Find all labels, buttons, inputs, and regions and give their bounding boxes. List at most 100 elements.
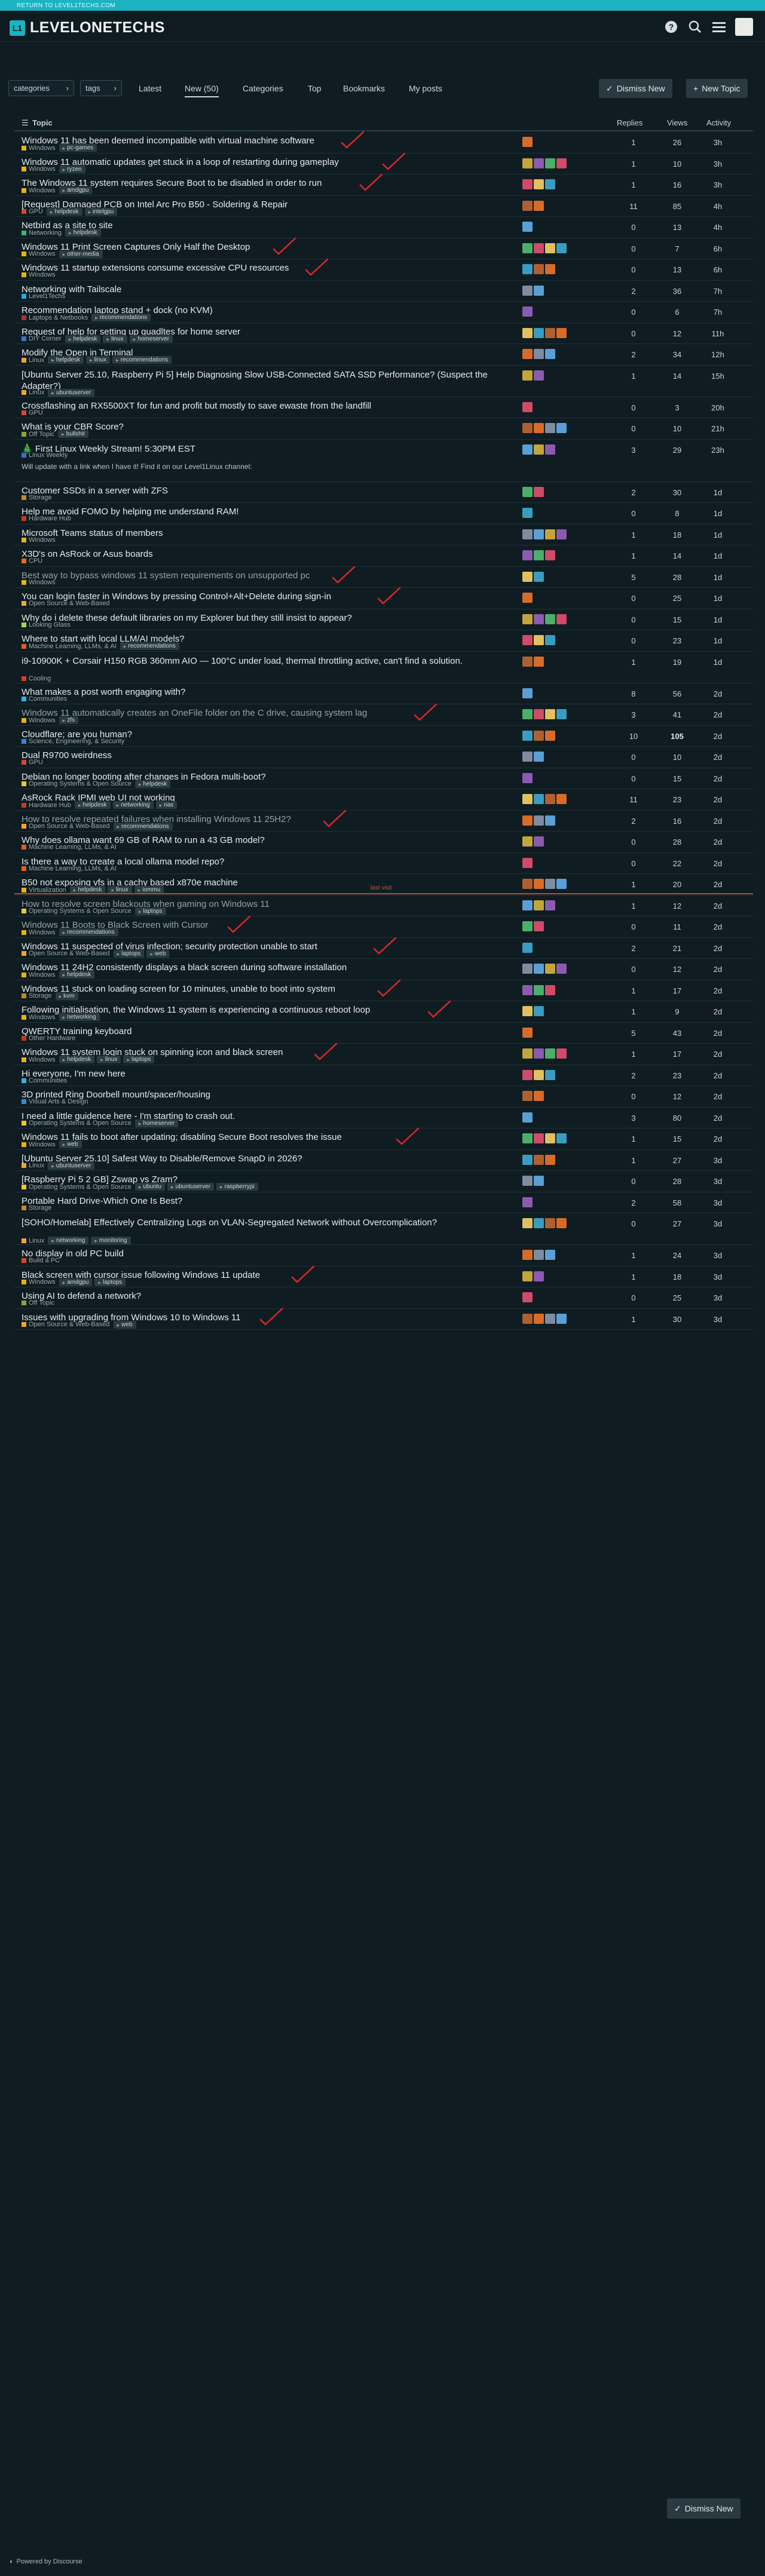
tag[interactable]: networking: [59, 1013, 100, 1021]
hamburger-icon[interactable]: [710, 18, 728, 36]
topic-row[interactable]: Issues with upgrading from Windows 10 to…: [14, 1308, 753, 1330]
category-badge[interactable]: Linux Weekly: [22, 452, 68, 459]
avatar[interactable]: [534, 921, 544, 931]
topic-title[interactable]: Using AI to defend a network?: [22, 1291, 524, 1301]
category-badge[interactable]: Open Source & Web-Based: [22, 950, 110, 957]
category-badge[interactable]: Machine Learning, LLMs, & AI: [22, 865, 117, 872]
activity-time[interactable]: 1d: [706, 488, 730, 497]
activity-time[interactable]: 1d: [706, 658, 730, 667]
category-badge[interactable]: Windows: [22, 145, 56, 152]
tag[interactable]: helpdesk: [65, 229, 101, 237]
avatar[interactable]: [534, 794, 544, 804]
tag[interactable]: ubuntuserver: [48, 1161, 95, 1170]
activity-time[interactable]: 2d: [706, 1007, 730, 1016]
tag[interactable]: recommendations: [91, 314, 151, 321]
topic-row[interactable]: [Ubuntu Server 25.10] Safest Way to Disa…: [14, 1150, 753, 1171]
tag[interactable]: helpdesk: [134, 780, 171, 788]
avatar[interactable]: [545, 1218, 555, 1228]
avatar[interactable]: [534, 1176, 544, 1186]
activity-time[interactable]: 1d: [706, 530, 730, 539]
category-badge[interactable]: Open Source & Web-Based: [22, 823, 110, 830]
activity-time[interactable]: 2d: [706, 922, 730, 931]
tag[interactable]: laptops: [94, 1278, 126, 1286]
activity-time[interactable]: 3h: [706, 160, 730, 168]
topic-row[interactable]: Customer SSDs in a server with ZFS Storag…: [14, 482, 753, 503]
tag[interactable]: laptops: [113, 949, 145, 958]
avatar[interactable]: [522, 709, 533, 719]
tag[interactable]: other-media: [59, 250, 103, 258]
avatar[interactable]: [534, 349, 544, 359]
activity-time[interactable]: 2d: [706, 774, 730, 783]
avatar[interactable]: [522, 1292, 533, 1302]
avatar[interactable]: [534, 1048, 544, 1059]
tag[interactable]: intelgpu: [84, 207, 118, 216]
avatar[interactable]: [522, 836, 533, 847]
avatar[interactable]: [534, 985, 544, 995]
avatar[interactable]: [534, 285, 544, 296]
tag[interactable]: raspberrypi: [216, 1183, 258, 1191]
topic-row[interactable]: X3D's on AsRock or Asus boards CPU 1 14 1d: [14, 545, 753, 567]
topic-title[interactable]: Best way to bypass windows 11 system req…: [22, 571, 524, 581]
avatar[interactable]: [522, 752, 533, 762]
tag[interactable]: ubuntuserver: [48, 388, 95, 397]
category-badge[interactable]: Storage: [22, 494, 52, 501]
topic-row[interactable]: [Raspberry Pi 5 2 GB] Zswap vs Zram? Oper…: [14, 1171, 753, 1192]
tag[interactable]: bullshit: [58, 430, 88, 438]
activity-time[interactable]: 3d: [706, 1198, 730, 1207]
avatar[interactable]: [522, 444, 533, 455]
avatar[interactable]: [522, 1197, 533, 1207]
topic-row[interactable]: i9-10900K + Corsair H150 RGB 360mm AIO —…: [14, 652, 753, 683]
avatar[interactable]: [522, 985, 533, 995]
avatar[interactable]: [534, 614, 544, 624]
activity-time[interactable]: 4h: [706, 202, 730, 211]
avatar[interactable]: [534, 1091, 544, 1101]
activity-time[interactable]: 20h: [706, 403, 730, 412]
avatar[interactable]: [534, 327, 544, 338]
topic-row[interactable]: Microsoft Teams status of members Windows…: [14, 525, 753, 545]
topic-row[interactable]: last visit How to resolve screen blackout…: [14, 884, 753, 916]
topic-row[interactable]: Black screen with cursor issue following…: [14, 1265, 753, 1287]
avatar[interactable]: [522, 327, 533, 338]
views-column-header[interactable]: Views: [667, 118, 687, 127]
topic-title[interactable]: X3D's on AsRock or Asus boards: [22, 549, 524, 559]
topic-title[interactable]: Windows 11 startup extensions consume ex…: [22, 263, 524, 273]
avatar[interactable]: [556, 1133, 567, 1143]
topic-title[interactable]: 3D printed Ring Doorbell mount/spacer/ho…: [22, 1090, 524, 1100]
powered-by[interactable]: Powered by Discourse: [17, 2558, 82, 2565]
topic-title[interactable]: The Windows 11 system requires Secure Bo…: [22, 178, 524, 188]
avatar[interactable]: [522, 306, 533, 317]
avatar[interactable]: [534, 836, 544, 847]
activity-time[interactable]: 2d: [706, 1071, 730, 1080]
topic-row[interactable]: [Ubuntu Server 25.10, Raspberry Pi 5] He…: [14, 366, 753, 397]
topic-row[interactable]: Hi everyone, I'm new here Communities 2 23 2…: [14, 1065, 753, 1086]
avatar[interactable]: [534, 264, 544, 274]
tag[interactable]: ubuntuserver: [167, 1183, 215, 1191]
category-badge[interactable]: Operating Systems & Open Source: [22, 1120, 131, 1127]
avatar[interactable]: [545, 900, 555, 910]
avatar[interactable]: [522, 1133, 533, 1143]
nav-my-posts[interactable]: My posts: [409, 84, 442, 93]
avatar[interactable]: [522, 370, 533, 381]
topic-row[interactable]: You can login faster in Windows by press…: [14, 587, 753, 609]
avatar[interactable]: [522, 900, 533, 910]
avatar[interactable]: [556, 709, 567, 719]
topic-row[interactable]: Networking with Tailscale Level1Techs 2 36 7…: [14, 281, 753, 302]
avatar[interactable]: [534, 243, 544, 253]
avatar[interactable]: [522, 222, 533, 232]
avatar[interactable]: [522, 1069, 533, 1080]
activity-time[interactable]: 2d: [706, 795, 730, 804]
avatar[interactable]: [545, 243, 555, 253]
activity-time[interactable]: 12h: [706, 350, 730, 359]
avatar[interactable]: [534, 1006, 544, 1016]
tag[interactable]: recommendations: [113, 822, 173, 830]
avatar[interactable]: [545, 179, 555, 189]
tag[interactable]: networking: [112, 801, 154, 809]
avatar[interactable]: [545, 1133, 555, 1143]
category-badge[interactable]: Windows: [22, 717, 56, 724]
avatar[interactable]: [545, 327, 555, 338]
tag[interactable]: networking: [48, 1237, 89, 1244]
topic-title[interactable]: Portable Hard Drive-Which One Is Best?: [22, 1196, 524, 1206]
topic-row[interactable]: I need a little guidence here - I'm star…: [14, 1108, 753, 1128]
activity-time[interactable]: 2d: [706, 689, 730, 698]
avatar[interactable]: [522, 1313, 533, 1324]
